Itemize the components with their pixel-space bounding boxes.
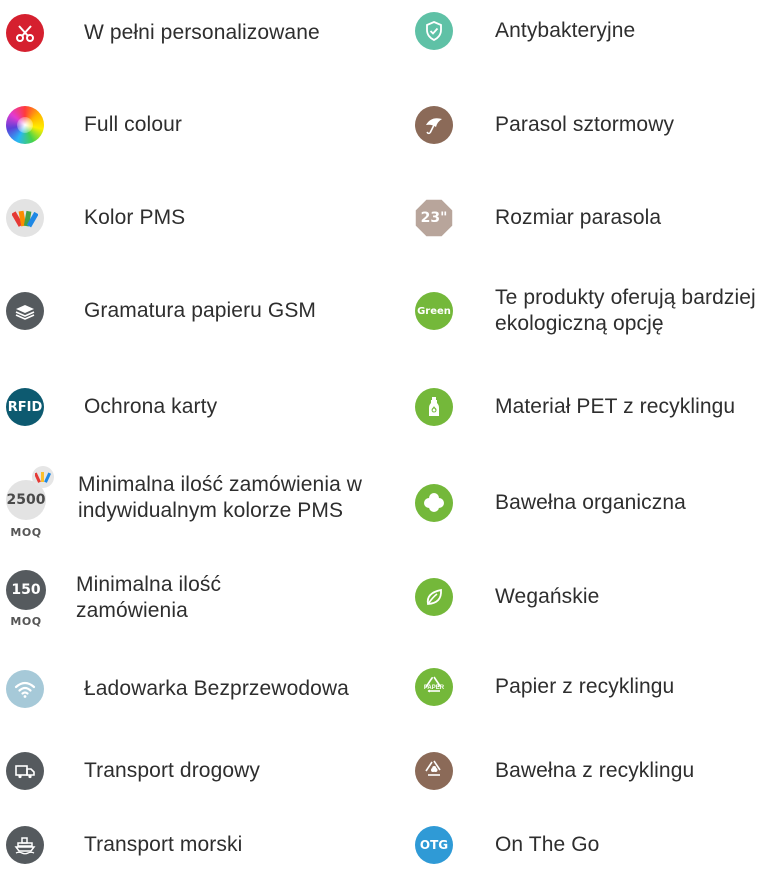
legend-item: Gramatura papieru GSM	[6, 292, 406, 330]
legend-item: Transport morski	[6, 826, 406, 864]
legend-label: Bawełna organiczna	[495, 491, 686, 514]
legend-item: 23" Rozmiar parasola	[415, 199, 766, 237]
legend-item: Antybakteryjne	[415, 12, 766, 50]
legend-label: Gramatura papieru GSM	[84, 299, 317, 322]
color-wheel-icon	[6, 106, 44, 144]
legend-item: Wegańskie	[415, 578, 766, 616]
legend-item: Bawełna organiczna	[415, 484, 766, 522]
legend-label: Kolor PMS	[84, 206, 186, 229]
recycle-cotton-icon	[415, 752, 453, 790]
vegan-leaf-icon	[415, 578, 453, 616]
legend-label: Minimalna ilość zamówienia	[76, 573, 222, 622]
legend-label: Ochrona karty	[84, 395, 218, 418]
legend-label: Minimalna ilość zamówienia w indywidualn…	[78, 473, 363, 522]
pet-bottle-icon	[415, 388, 453, 426]
moq-pms-icon: 2500 MOQ	[6, 466, 54, 539]
legend-item: 2500 MOQ Minimalna ilość zamówienia w in…	[6, 466, 406, 539]
legend-label: Bawełna z recyklingu	[495, 759, 695, 782]
legend-item: 150 MOQ Minimalna ilość zamówienia	[6, 568, 406, 628]
green-icon: Green	[415, 292, 453, 330]
color-fan-icon	[32, 466, 54, 488]
legend-label: Te produkty oferują bardziej ekologiczną…	[495, 286, 756, 335]
legend-label: Materiał PET z recyklingu	[495, 395, 736, 418]
ship-icon	[6, 826, 44, 864]
legend-label: Ładowarka Bezprzewodowa	[84, 677, 349, 700]
rfid-icon: RFID	[6, 388, 44, 426]
truck-icon	[6, 752, 44, 790]
legend-item: Green Te produkty oferują bardziej ekolo…	[415, 284, 766, 338]
legend-item: PAPER Papier z recyklingu	[415, 668, 766, 706]
legend-label: W pełni personalizowane	[84, 21, 320, 44]
scissors-icon	[6, 14, 44, 52]
legend-label: Transport morski	[84, 833, 243, 856]
legend-item: RFID Ochrona karty	[6, 388, 406, 426]
wireless-icon	[6, 670, 44, 708]
legend-label: Rozmiar parasola	[495, 206, 662, 229]
otg-icon: OTG	[415, 826, 453, 864]
legend-item: Full colour	[6, 106, 406, 144]
legend-item: Transport drogowy	[6, 752, 406, 790]
feature-icon-legend: W pełni personalizowane Full colour Kolo…	[0, 0, 766, 872]
legend-label: Antybakteryjne	[495, 19, 636, 42]
legend-item: Kolor PMS	[6, 199, 406, 237]
legend-item: Materiał PET z recyklingu	[415, 388, 766, 426]
legend-item: Ładowarka Bezprzewodowa	[6, 670, 406, 708]
legend-item: Parasol sztormowy	[415, 106, 766, 144]
cotton-icon	[415, 484, 453, 522]
shield-check-icon	[415, 12, 453, 50]
legend-label: On The Go	[495, 833, 600, 856]
legend-item: OTG On The Go	[415, 826, 766, 864]
legend-item: W pełni personalizowane	[6, 14, 406, 52]
legend-label: Full colour	[84, 113, 182, 136]
color-fan-icon	[6, 199, 44, 237]
legend-label: Papier z recyklingu	[495, 675, 675, 698]
paper-stack-icon	[6, 292, 44, 330]
umbrella-size-icon: 23"	[415, 199, 453, 237]
legend-label: Wegańskie	[495, 585, 600, 608]
recycle-paper-icon: PAPER	[415, 668, 453, 706]
moq-icon: 150 MOQ	[6, 570, 46, 628]
legend-item: Bawełna z recyklingu	[415, 752, 766, 790]
storm-umbrella-icon	[415, 106, 453, 144]
legend-label: Transport drogowy	[84, 759, 260, 782]
legend-label: Parasol sztormowy	[495, 113, 675, 136]
